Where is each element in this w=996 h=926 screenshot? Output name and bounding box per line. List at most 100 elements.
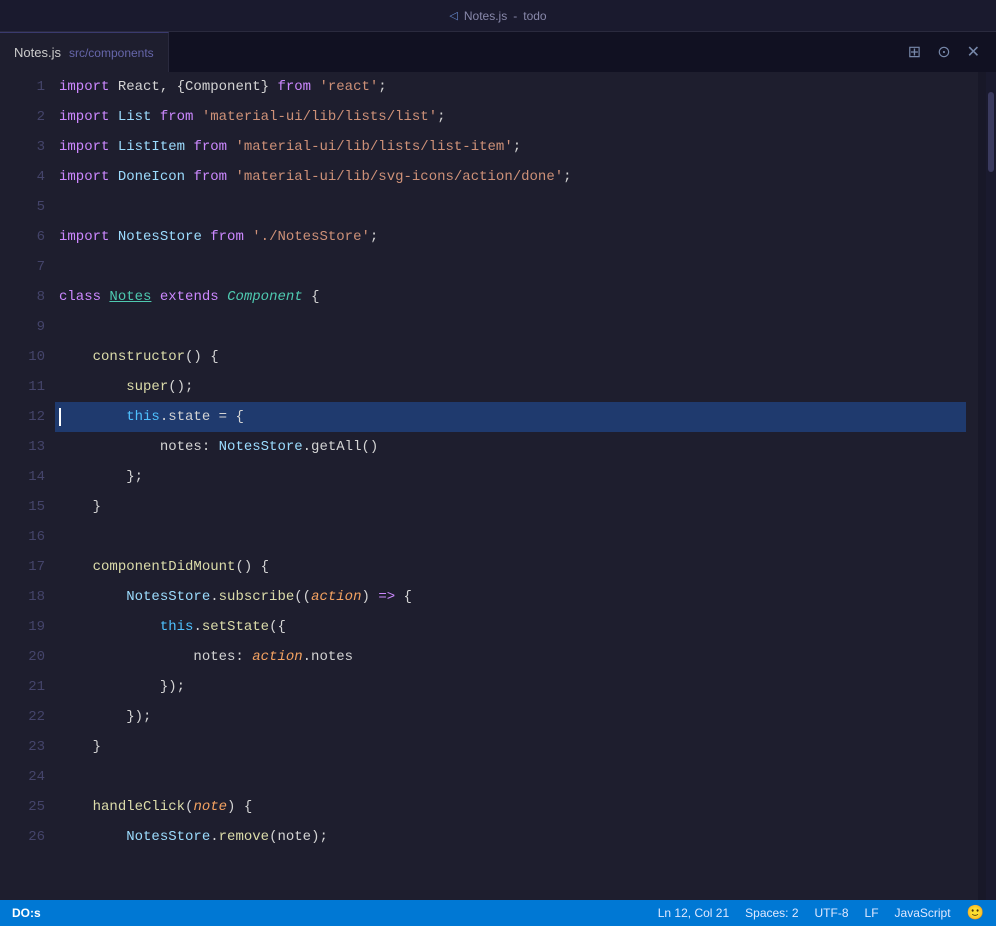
code-line: constructor() { bbox=[55, 342, 966, 372]
editor-tab[interactable]: Notes.js src/components bbox=[0, 32, 169, 72]
token-plain bbox=[193, 102, 201, 132]
token-identifier: NotesStore bbox=[126, 822, 210, 852]
code-line bbox=[55, 522, 966, 552]
token-plain: ( bbox=[185, 792, 193, 822]
token-class-component: Component bbox=[227, 282, 303, 312]
tab-filepath: src/components bbox=[69, 46, 154, 60]
token-identifier: NotesStore bbox=[126, 582, 210, 612]
token-kw-from: from bbox=[210, 222, 244, 252]
minimap bbox=[978, 72, 986, 900]
line-number: 6 bbox=[14, 222, 45, 252]
status-emoji[interactable]: 🙂 bbox=[967, 905, 984, 922]
code-line: this.state = { bbox=[55, 402, 966, 432]
status-position[interactable]: Ln 12, Col 21 bbox=[658, 906, 729, 920]
token-plain bbox=[185, 132, 193, 162]
line-number: 11 bbox=[14, 372, 45, 402]
line-number: 12 bbox=[14, 402, 45, 432]
token-plain bbox=[219, 282, 227, 312]
title-bar: ◁ Notes.js - todo bbox=[0, 0, 996, 32]
token-class-name-notes: Notes bbox=[109, 282, 151, 312]
code-line: import NotesStore from './NotesStore'; bbox=[55, 222, 966, 252]
line-number: 22 bbox=[14, 702, 45, 732]
token-plain: ) bbox=[362, 582, 370, 612]
token-kw-subscribe: subscribe bbox=[219, 582, 295, 612]
token-plain bbox=[109, 132, 117, 162]
token-plain: ({ bbox=[269, 612, 286, 642]
token-plain bbox=[59, 612, 160, 642]
tab-bar: Notes.js src/components ⊞ ⊙ ✕ bbox=[0, 32, 996, 72]
line-number: 25 bbox=[14, 792, 45, 822]
token-identifier: ListItem bbox=[118, 132, 185, 162]
code-line bbox=[55, 252, 966, 282]
token-kw-handle-click: handleClick bbox=[93, 792, 185, 822]
token-plain bbox=[370, 582, 378, 612]
token-plain: . bbox=[210, 582, 218, 612]
line-number: 3 bbox=[14, 132, 45, 162]
token-kw-this: this bbox=[160, 612, 194, 642]
token-plain: { bbox=[395, 582, 412, 612]
token-plain bbox=[101, 282, 109, 312]
token-kw-import: import bbox=[59, 222, 109, 252]
token-plain bbox=[59, 582, 126, 612]
scrollbar[interactable] bbox=[986, 72, 996, 900]
search-button[interactable]: ⊙ bbox=[933, 38, 954, 66]
token-plain: notes: bbox=[59, 432, 219, 462]
file-icon: ◁ bbox=[449, 9, 457, 22]
line-number: 20 bbox=[14, 642, 45, 672]
line-number: 9 bbox=[14, 312, 45, 342]
token-kw-class: class bbox=[59, 282, 101, 312]
token-kw-this: this bbox=[126, 402, 160, 432]
token-str-orange: 'material-ui/lib/svg-icons/action/done' bbox=[235, 162, 563, 192]
code-area[interactable]: import React, {Component} from 'react';i… bbox=[55, 72, 978, 900]
token-plain: .state = { bbox=[160, 402, 244, 432]
token-plain: } bbox=[59, 492, 101, 522]
token-plain: (note); bbox=[269, 822, 328, 852]
token-kw-component-did-mount: componentDidMount bbox=[93, 552, 236, 582]
token-plain bbox=[59, 792, 93, 822]
token-plain: ; bbox=[370, 222, 378, 252]
code-line bbox=[55, 192, 966, 222]
status-todo[interactable]: DO:s bbox=[12, 906, 41, 920]
token-plain: }); bbox=[59, 702, 151, 732]
status-spaces[interactable]: Spaces: 2 bbox=[745, 906, 798, 920]
token-arrow: => bbox=[378, 582, 395, 612]
line-number: 4 bbox=[14, 162, 45, 192]
line-number: 21 bbox=[14, 672, 45, 702]
token-plain: }; bbox=[126, 462, 143, 492]
code-line: }; bbox=[55, 462, 966, 492]
code-line bbox=[55, 312, 966, 342]
split-editor-button[interactable]: ⊞ bbox=[904, 38, 925, 66]
line-number: 24 bbox=[14, 762, 45, 792]
token-plain: } bbox=[59, 732, 101, 762]
line-number: 19 bbox=[14, 612, 45, 642]
token-plain: ; bbox=[563, 162, 571, 192]
code-line: NotesStore.remove(note); bbox=[55, 822, 966, 852]
token-plain bbox=[227, 162, 235, 192]
token-kw-import: import bbox=[59, 162, 109, 192]
token-plain: ; bbox=[378, 72, 386, 102]
token-kw-import: import bbox=[59, 72, 109, 102]
scrollbar-thumb[interactable] bbox=[988, 92, 994, 172]
line-number: 2 bbox=[14, 102, 45, 132]
token-plain: .getAll() bbox=[303, 432, 379, 462]
status-language[interactable]: JavaScript bbox=[895, 906, 951, 920]
token-kw-extends: extends bbox=[160, 282, 219, 312]
line-number: 16 bbox=[14, 522, 45, 552]
token-identifier: NotesStore bbox=[219, 432, 303, 462]
token-plain: ; bbox=[513, 132, 521, 162]
line-number: 15 bbox=[14, 492, 45, 522]
token-param: action bbox=[311, 582, 361, 612]
token-plain: ) { bbox=[227, 792, 252, 822]
token-str-orange: 'material-ui/lib/lists/list-item' bbox=[235, 132, 512, 162]
code-line: } bbox=[55, 732, 966, 762]
status-right: Ln 12, Col 21 Spaces: 2 UTF-8 LF JavaScr… bbox=[658, 905, 984, 922]
token-kw-import: import bbox=[59, 102, 109, 132]
status-line-ending[interactable]: LF bbox=[865, 906, 879, 920]
token-str-orange: 'react' bbox=[319, 72, 378, 102]
status-encoding[interactable]: UTF-8 bbox=[815, 906, 849, 920]
close-button[interactable]: ✕ bbox=[963, 38, 984, 66]
token-kw-from: from bbox=[193, 162, 227, 192]
token-identifier: DoneIcon bbox=[118, 162, 185, 192]
token-plain bbox=[59, 342, 93, 372]
line-numbers: 1234567891011121314151617181920212223242… bbox=[0, 72, 55, 900]
